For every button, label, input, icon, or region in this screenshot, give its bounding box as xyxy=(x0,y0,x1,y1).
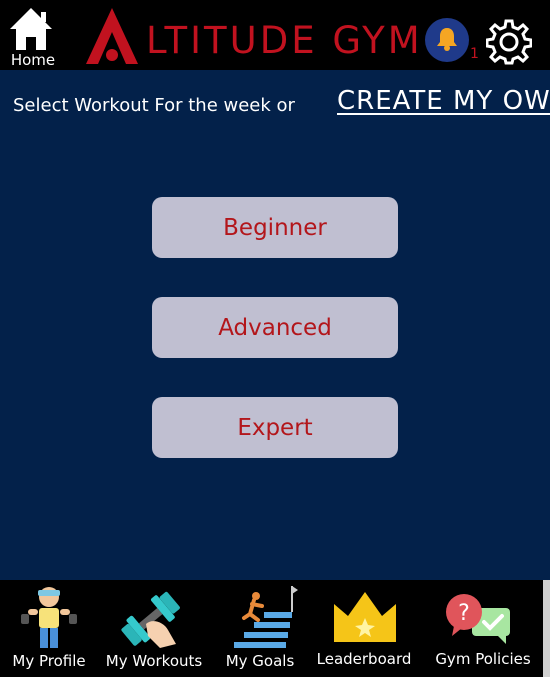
logo-text: LTITUDE GYM xyxy=(146,19,423,62)
dumbbell-icon xyxy=(121,591,180,648)
notification-count: 1 xyxy=(470,46,479,62)
policies-chat-icon: ? xyxy=(446,594,510,644)
create-my-own-link[interactable]: CREATE MY OWN xyxy=(337,86,550,116)
top-bar: Home LTITUDE GYM 1 xyxy=(0,0,550,70)
bottom-nav: My Profile My Workouts My Goals Leaderbo… xyxy=(0,580,543,677)
profile-icon xyxy=(21,587,77,648)
nav-my-workouts[interactable]: My Workouts xyxy=(104,580,204,677)
nav-label: Gym Policies xyxy=(435,650,531,668)
nav-gym-policies[interactable]: ? Gym Policies xyxy=(430,580,536,677)
home-label: Home xyxy=(10,51,56,69)
nav-my-goals[interactable]: My Goals xyxy=(222,580,298,677)
select-workout-prompt: Select Workout For the week or xyxy=(13,95,295,116)
altitude-gym-logo: LTITUDE GYM xyxy=(84,6,420,66)
nav-leaderboard[interactable]: Leaderboard xyxy=(316,580,412,677)
beginner-button[interactable]: Beginner xyxy=(152,197,398,258)
home-icon xyxy=(10,8,52,50)
crown-icon xyxy=(334,592,396,642)
nav-my-profile[interactable]: My Profile xyxy=(8,580,90,677)
nav-label: My Profile xyxy=(12,652,86,670)
nav-label: My Goals xyxy=(225,652,295,670)
nav-label: My Workouts xyxy=(105,652,203,670)
advanced-button[interactable]: Advanced xyxy=(152,297,398,358)
svg-text:?: ? xyxy=(458,601,470,626)
logo-a-icon xyxy=(86,8,138,64)
gear-icon xyxy=(485,19,533,65)
nav-label: Leaderboard xyxy=(316,650,412,668)
notifications-button[interactable] xyxy=(425,18,469,62)
home-button[interactable]: Home xyxy=(6,6,58,69)
goals-stairs-icon xyxy=(234,586,298,648)
bell-icon xyxy=(437,28,457,51)
scroll-edge xyxy=(543,580,550,677)
settings-button[interactable] xyxy=(485,19,533,65)
expert-button[interactable]: Expert xyxy=(152,397,398,458)
